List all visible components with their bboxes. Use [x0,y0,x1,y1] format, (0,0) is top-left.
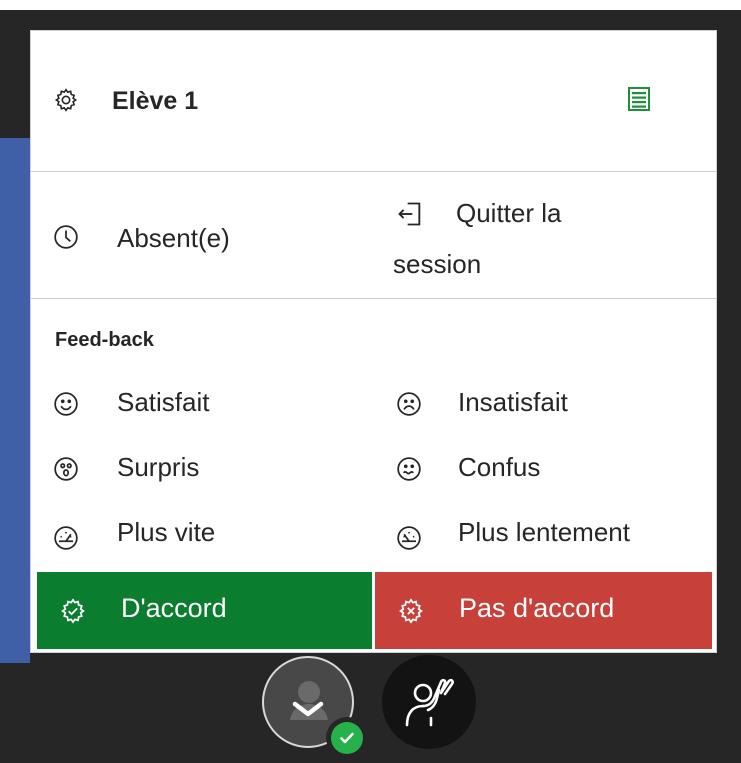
disagree-label: Pas d'accord [459,593,615,623]
feedback-section-title: Feed-back [55,329,154,351]
speed-slow-icon [396,525,422,551]
surprised-icon [53,456,79,482]
list-view-icon[interactable] [628,87,650,111]
leave-session-option[interactable]: Quitter la session [376,172,706,298]
absent-label: Absent(e) [117,223,230,253]
confused-icon [396,456,422,482]
feedback-item-satisfied[interactable]: Satisfait [31,371,371,427]
status-divider [31,298,716,299]
speed-fast-icon [53,525,79,551]
feedback-item-confused[interactable]: Confus [376,435,706,491]
agree-button[interactable]: D'accord [37,572,372,649]
side-panel-edge [0,138,30,663]
student-name: Elève 1 [112,87,199,115]
disagree-button[interactable]: Pas d'accord [375,572,712,649]
frown-icon [396,391,422,417]
status-badge [326,717,368,759]
feedback-label-slower: Plus lentement [458,517,630,547]
feedback-item-slower[interactable]: Plus lentement [376,499,706,561]
check-badge-icon [59,597,87,625]
feedback-label-faster: Plus vite [117,517,216,547]
leave-session-label-line1: Quitter la [456,198,562,228]
smile-icon [53,391,79,417]
feedback-item-surprised[interactable]: Surpris [31,435,371,491]
status-menu-panel: Elève 1 Absent(e) Quitter la session Fee… [30,30,717,653]
raise-hand-button[interactable] [382,655,476,749]
feedback-label-satisfied: Satisfait [117,387,210,417]
exit-icon [396,200,424,228]
feedback-label-surprised: Surpris [117,452,200,482]
clock-icon [53,224,79,250]
checkmark-icon [337,728,357,748]
feedback-label-confused: Confus [458,452,541,482]
x-badge-icon [397,597,425,625]
gear-icon[interactable] [53,87,79,113]
feedback-item-faster[interactable]: Plus vite [31,499,371,561]
absent-option[interactable]: Absent(e) [31,172,371,298]
raise-hand-icon [399,670,459,732]
feedback-label-unsatisfied: Insatisfait [458,387,568,417]
feedback-item-unsatisfied[interactable]: Insatisfait [376,371,706,427]
agree-label: D'accord [121,593,227,623]
leave-session-label-line2: session [393,249,482,279]
